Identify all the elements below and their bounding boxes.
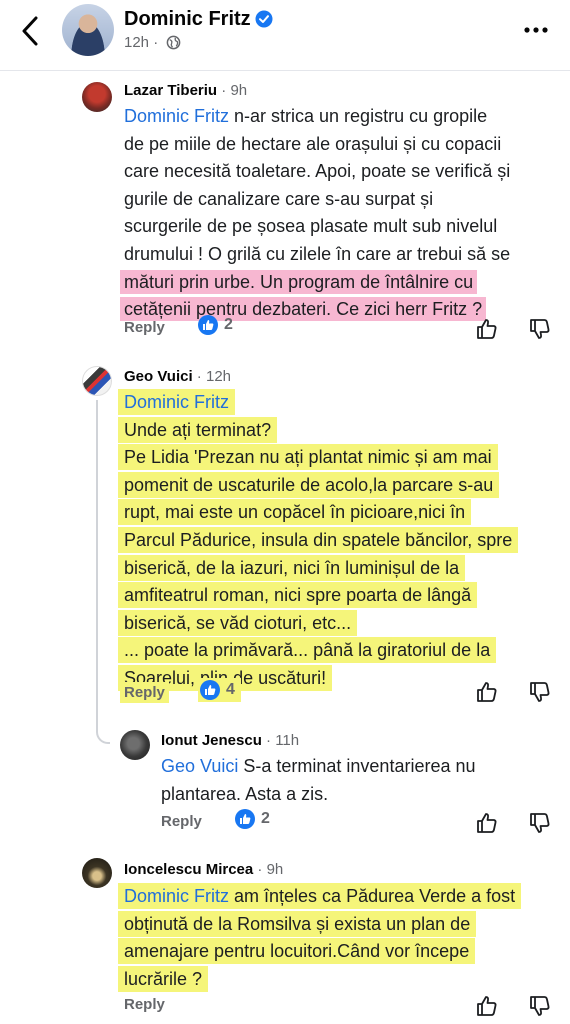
comment-text: Dominic Fritz am înțeles ca Pădurea Verd… [118,883,564,993]
comment-text: Dominic Fritz Unde ați terminat? Pe Lidi… [118,389,564,693]
like-count[interactable]: 2 [235,809,270,829]
like-count[interactable]: 4 [198,678,241,702]
header-divider [0,70,570,71]
post-header: Dominic Fritz 12h · [0,0,570,66]
thumbs-down-icon[interactable] [528,994,552,1018]
reply-button[interactable]: Reply [161,813,202,830]
thumbs-up-icon[interactable] [475,811,499,835]
thumbs-down-icon[interactable] [528,680,552,704]
comment-actions: Reply 2 [124,315,554,343]
thumbs-up-icon[interactable] [475,317,499,341]
mention-link[interactable]: Dominic Fritz [124,106,229,126]
post-time: 12h [124,34,150,51]
mention-link[interactable]: Dominic Fritz [124,886,229,906]
post-meta: 12h · [124,34,181,51]
more-dots-icon[interactable] [522,18,550,42]
verified-badge-icon [255,10,273,28]
commenter-name[interactable]: Lazar Tiberiu · 9h [124,82,247,99]
comment-actions: Reply 2 [161,809,554,837]
like-badge-icon [198,315,218,335]
globe-icon [167,35,181,50]
commenter-name[interactable]: Ionut Jenescu · 11h [161,732,299,749]
commenter-avatar[interactable] [82,82,112,112]
comment-text: Dominic Fritz n-ar strica un registru cu… [120,103,564,324]
commenter-avatar[interactable] [82,858,112,888]
thumbs-down-icon[interactable] [528,317,552,341]
comment-actions: Reply 4 [120,678,554,706]
author-name[interactable]: Dominic Fritz [124,8,273,31]
like-badge-icon [235,809,255,829]
reply-thread-line [96,400,110,744]
mention-link[interactable]: Dominic Fritz [124,392,229,412]
comment-text: Geo Vuici S-a terminat inventarierea nu … [161,756,476,804]
commenter-avatar[interactable] [82,366,112,396]
reply-button[interactable]: Reply [124,319,165,336]
mention-link[interactable]: Geo Vuici [161,756,238,776]
thumbs-down-icon[interactable] [528,811,552,835]
chevron-left-icon[interactable] [16,14,46,48]
like-count[interactable]: 2 [198,315,233,335]
thumbs-up-icon[interactable] [475,994,499,1018]
commenter-name[interactable]: Geo Vuici · 12h [124,368,231,385]
like-badge-icon [200,680,220,700]
reply-button[interactable]: Reply [120,682,169,703]
author-avatar[interactable] [62,4,114,56]
reply-button[interactable]: Reply [124,996,165,1013]
thumbs-up-icon[interactable] [475,680,499,704]
commenter-avatar[interactable] [120,730,150,760]
comment-actions: Reply [124,992,554,1020]
commenter-name[interactable]: Ioncelescu Mircea · 9h [124,861,283,878]
